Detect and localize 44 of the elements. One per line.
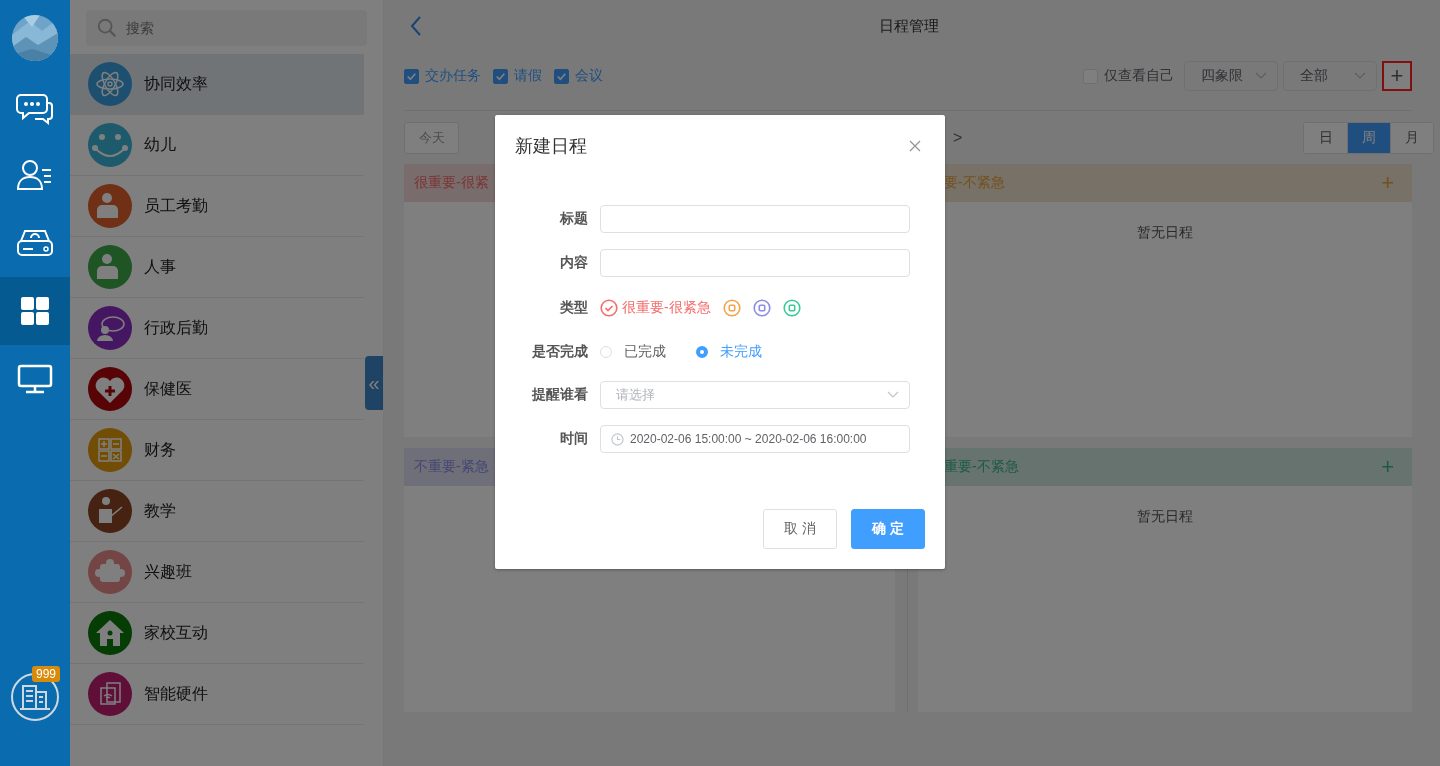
type-label: 很重要-很紧急 [622, 299, 711, 317]
empty-text: 暂无日程 [1137, 224, 1193, 242]
view-tab[interactable]: 周 [1347, 123, 1390, 153]
confirm-button[interactable]: 确 定 [851, 509, 925, 549]
view-tab[interactable]: 月 [1390, 123, 1433, 153]
module-item[interactable]: 智能硬件 [70, 664, 364, 725]
module-item[interactable]: 保健医 [70, 359, 364, 420]
module-item[interactable]: 员工考勤 [70, 176, 364, 237]
quadrant-title: 要-不紧急 [944, 174, 1005, 192]
page-title: 日程管理 [879, 16, 939, 36]
field-label: 时间 [559, 430, 589, 448]
dropdown[interactable]: 全部 [1283, 61, 1377, 91]
field-label: 标题 [559, 210, 589, 228]
quadrant-title: 重要-不紧急 [944, 458, 1019, 476]
search-field[interactable]: 搜索 [86, 10, 367, 46]
view-tab[interactable]: 日 [1304, 123, 1347, 153]
module-item[interactable]: 协同效率 [70, 54, 364, 115]
field-label: 是否完成 [531, 343, 589, 361]
module-item[interactable]: 教学 [70, 481, 364, 542]
cancel-button[interactable]: 取 消 [763, 509, 837, 549]
add-button[interactable]: + [1382, 61, 1412, 91]
empty-text: 暂无日程 [1137, 508, 1193, 526]
dialog-title: 新建日程 [515, 135, 587, 158]
module-item[interactable]: 家校互动 [70, 603, 364, 664]
collapse-button[interactable]: « [365, 356, 383, 410]
dropdown[interactable]: 四象限 [1184, 61, 1278, 91]
checkbox-label: 请假 [514, 67, 542, 85]
field-label: 内容 [559, 254, 589, 272]
count-badge: 999 [32, 666, 61, 682]
date-range-field[interactable]: 2020-02-06 15:00:00 ~ 2020-02-06 16:00:00 [600, 425, 910, 453]
module-item[interactable]: 兴趣班 [70, 542, 364, 603]
checkbox-label: 会议 [575, 67, 603, 85]
checkbox-label: 仅查看自己 [1104, 67, 1174, 85]
next-button[interactable]: > [953, 129, 963, 147]
radio-label: 未完成 [720, 343, 762, 361]
field-label: 提醒谁看 [531, 386, 589, 404]
module-item[interactable]: 财务 [70, 420, 364, 481]
field-label: 类型 [559, 299, 589, 317]
radio-label: 已完成 [624, 343, 666, 361]
module-item[interactable]: 行政后勤 [70, 298, 364, 359]
module-item[interactable]: 人事 [70, 237, 364, 298]
module-item[interactable]: 幼儿 [70, 115, 364, 176]
select-field[interactable]: 请选择 [600, 381, 910, 409]
checkbox-label: 交办任务 [425, 67, 481, 85]
